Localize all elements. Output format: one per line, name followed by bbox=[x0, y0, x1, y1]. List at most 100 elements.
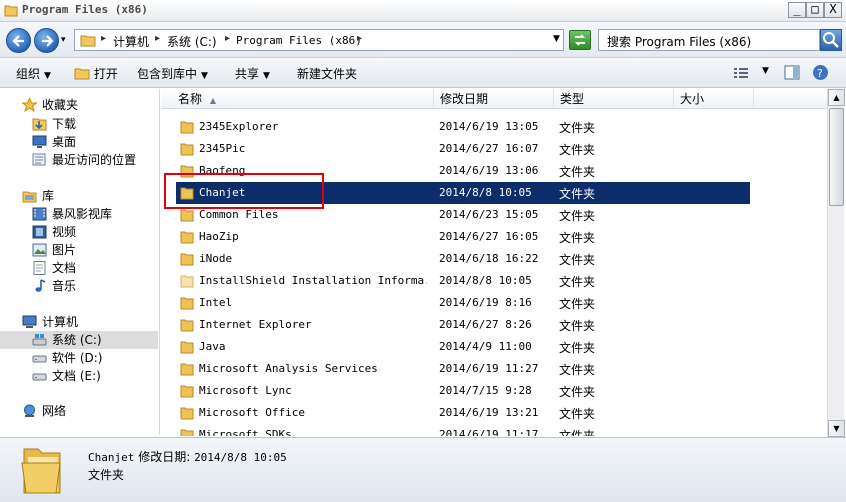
new-folder-button[interactable]: 新建文件夹 bbox=[297, 65, 357, 82]
share-button[interactable]: 共享 ▼ bbox=[235, 65, 270, 82]
file-row[interactable]: 2345Explorer 2014/6/19 13:05 文件夹 bbox=[176, 116, 750, 138]
scroll-down-icon[interactable]: ▼ bbox=[828, 420, 845, 437]
nav-pictures[interactable]: 图片 bbox=[32, 241, 152, 259]
column-size[interactable]: 大小 bbox=[674, 89, 754, 109]
file-row[interactable]: Microsoft Office 2014/6/19 13:21 文件夹 bbox=[176, 402, 750, 424]
download-icon bbox=[32, 118, 47, 131]
file-date: 2014/4/9 11:00 bbox=[439, 340, 532, 353]
close-button[interactable]: X bbox=[824, 2, 842, 18]
file-type: 文件夹 bbox=[559, 209, 596, 223]
search-icon bbox=[823, 32, 839, 48]
view-options-icon[interactable] bbox=[733, 66, 749, 80]
recent-pages-chevron-icon[interactable]: ▾ bbox=[61, 35, 66, 45]
file-row[interactable]: Microsoft Lync 2014/7/15 9:28 文件夹 bbox=[176, 380, 750, 402]
nav-downloads[interactable]: 下载 bbox=[32, 115, 152, 133]
breadcrumb-separator-icon[interactable]: ▸ bbox=[155, 33, 160, 44]
folder-icon bbox=[180, 385, 194, 398]
column-name-label: 名称 bbox=[178, 92, 203, 106]
file-type: 文件夹 bbox=[559, 429, 596, 436]
file-row[interactable]: Microsoft Analysis Services 2014/6/19 11:… bbox=[176, 358, 750, 380]
title-bar: Program Files (x86) _ □ X bbox=[0, 0, 846, 22]
file-name: 2345Explorer bbox=[199, 120, 279, 133]
nav-music[interactable]: 音乐 bbox=[32, 277, 152, 295]
file-name: Chanjet bbox=[199, 186, 246, 199]
breadcrumb-separator-icon[interactable]: ▸ bbox=[101, 33, 106, 44]
nav-recent[interactable]: 最近访问的位置 bbox=[32, 151, 157, 169]
help-icon[interactable]: ? bbox=[812, 64, 829, 81]
file-row[interactable]: Baofeng 2014/6/19 13:06 文件夹 bbox=[176, 160, 750, 182]
scroll-thumb[interactable] bbox=[829, 108, 844, 206]
document-icon bbox=[33, 261, 46, 275]
nav-favorites[interactable]: 收藏夹 bbox=[22, 96, 152, 114]
nav-videos-lib[interactable]: 暴风影视库 bbox=[32, 205, 152, 223]
file-row[interactable]: HaoZip 2014/6/27 16:05 文件夹 bbox=[176, 226, 750, 248]
vertical-scrollbar[interactable]: ▲ ▼ bbox=[827, 89, 845, 437]
breadcrumb-separator-icon[interactable]: ▸ bbox=[357, 33, 362, 44]
breadcrumb-computer[interactable]: 计算机 bbox=[113, 33, 149, 50]
column-modified[interactable]: 修改日期 bbox=[434, 89, 554, 109]
refresh-button[interactable] bbox=[569, 30, 591, 50]
nav-computer[interactable]: 计算机 bbox=[22, 313, 152, 331]
file-row[interactable]: Internet Explorer 2014/6/27 8:26 文件夹 bbox=[176, 314, 750, 336]
file-row[interactable]: Intel 2014/6/19 8:16 文件夹 bbox=[176, 292, 750, 314]
column-type[interactable]: 类型 bbox=[554, 89, 674, 109]
include-in-library-button[interactable]: 包含到库中 ▼ bbox=[137, 65, 208, 82]
nav-network-label: 网络 bbox=[42, 404, 67, 418]
breadcrumb-separator-icon[interactable]: ▸ bbox=[225, 33, 230, 44]
picture-icon bbox=[32, 243, 47, 257]
column-header: 名称 ▲ 修改日期 类型 大小 bbox=[162, 89, 827, 109]
column-name[interactable]: 名称 ▲ bbox=[172, 89, 434, 109]
share-label: 共享 bbox=[235, 67, 260, 81]
nav-network[interactable]: 网络 bbox=[22, 402, 152, 420]
refresh-icon bbox=[574, 34, 586, 46]
file-date: 2014/6/19 8:16 bbox=[439, 296, 532, 309]
nav-drive-d[interactable]: 软件 (D:) bbox=[32, 349, 152, 367]
nav-documents[interactable]: 文档 bbox=[32, 259, 152, 277]
file-name: Microsoft Office bbox=[199, 406, 305, 419]
address-bar[interactable]: ▸ 计算机 ▸ 系统 (C:) ▸ Program Files (x86) ▸ … bbox=[74, 29, 564, 51]
preview-pane-icon[interactable] bbox=[784, 65, 800, 80]
file-type: 文件夹 bbox=[559, 275, 596, 289]
folder-icon bbox=[180, 341, 194, 354]
file-date: 2014/6/19 13:05 bbox=[439, 120, 539, 133]
file-row[interactable]: Java 2014/4/9 11:00 文件夹 bbox=[176, 336, 750, 358]
details-pane: Chanjet 修改日期: 2014/8/8 10:05 文件夹 bbox=[0, 437, 846, 502]
nav-desktop[interactable]: 桌面 bbox=[32, 133, 152, 151]
file-row[interactable]: iNode 2014/6/18 16:22 文件夹 bbox=[176, 248, 750, 270]
folder-icon bbox=[180, 407, 194, 420]
nav-videos-lib-label: 暴风影视库 bbox=[52, 207, 113, 221]
file-type: 文件夹 bbox=[559, 143, 596, 157]
file-type: 文件夹 bbox=[559, 165, 596, 179]
file-row[interactable]: Chanjet 2014/8/8 10:05 文件夹 bbox=[176, 182, 750, 204]
file-name: HaoZip bbox=[199, 230, 239, 243]
minimize-button[interactable]: _ bbox=[788, 2, 806, 18]
include-in-library-label: 包含到库中 bbox=[137, 67, 198, 81]
file-name: InstallShield Installation Informa... bbox=[199, 274, 427, 287]
view-dropdown-icon[interactable]: ▼ bbox=[762, 66, 769, 76]
file-name: iNode bbox=[199, 252, 233, 265]
open-button[interactable]: 打开 bbox=[74, 65, 118, 82]
nav-drive-c[interactable]: 系统 (C:) bbox=[0, 331, 158, 349]
forward-button[interactable] bbox=[34, 28, 59, 53]
folder-icon bbox=[180, 429, 194, 436]
file-row[interactable]: Common Files 2014/6/23 15:05 文件夹 bbox=[176, 204, 750, 226]
search-button[interactable] bbox=[820, 29, 842, 51]
sort-ascending-icon: ▲ bbox=[209, 96, 216, 105]
address-dropdown-icon[interactable]: ▼ bbox=[553, 34, 560, 44]
file-name: Microsoft Lync bbox=[199, 384, 292, 397]
search-input[interactable]: 搜索 Program Files (x86) bbox=[598, 29, 820, 51]
scroll-up-icon[interactable]: ▲ bbox=[828, 89, 845, 106]
file-row[interactable]: Microsoft SDKs 2014/6/19 11:17 文件夹 bbox=[176, 424, 750, 436]
maximize-button[interactable]: □ bbox=[806, 2, 824, 18]
nav-libraries[interactable]: 库 bbox=[22, 187, 152, 205]
file-row[interactable]: 2345Pic 2014/6/27 16:07 文件夹 bbox=[176, 138, 750, 160]
nav-video[interactable]: 视频 bbox=[32, 223, 152, 241]
back-button[interactable] bbox=[6, 28, 31, 53]
breadcrumb-drive-c[interactable]: 系统 (C:) bbox=[167, 33, 217, 50]
organize-button[interactable]: 组织 ▼ bbox=[16, 65, 51, 82]
nav-recent-label: 最近访问的位置 bbox=[52, 153, 137, 167]
nav-drive-e[interactable]: 文档 (E:) bbox=[32, 367, 152, 385]
breadcrumb-program-files[interactable]: Program Files (x86) bbox=[236, 34, 362, 47]
file-date: 2014/6/27 8:26 bbox=[439, 318, 532, 331]
file-row[interactable]: InstallShield Installation Informa... 201… bbox=[176, 270, 750, 292]
